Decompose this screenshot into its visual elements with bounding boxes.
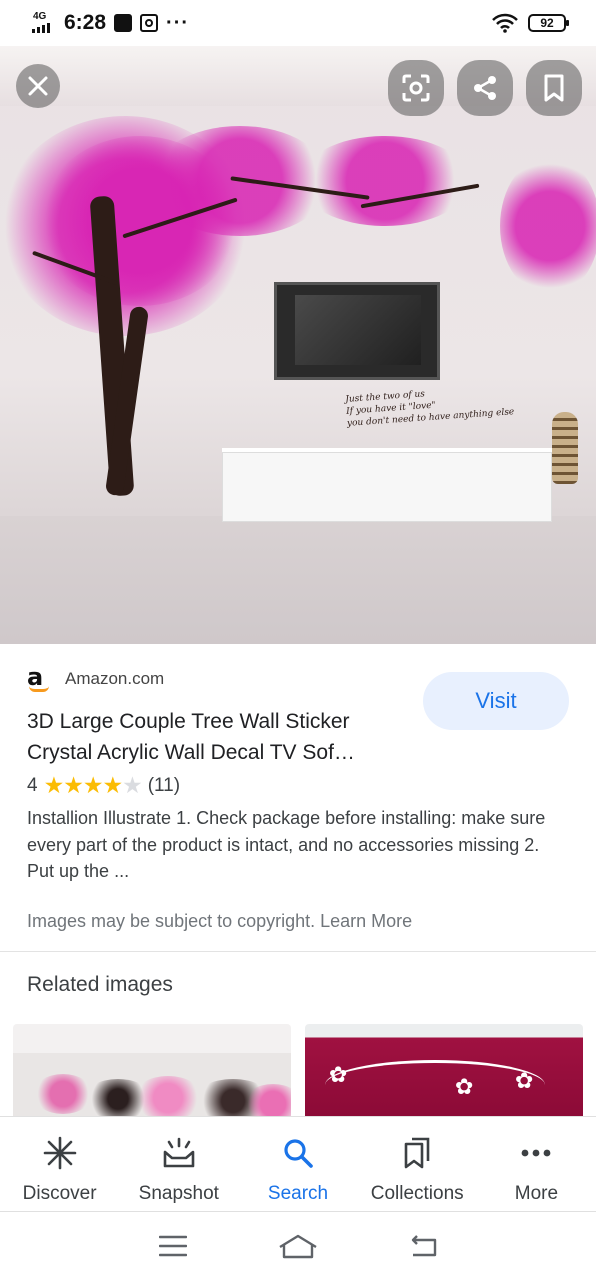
status-bar: 4G 6:28 ··· 92 xyxy=(0,0,596,46)
wifi-icon xyxy=(492,13,518,33)
lens-icon xyxy=(402,74,430,102)
snapshot-icon xyxy=(163,1137,195,1168)
save-button[interactable] xyxy=(526,60,582,116)
floor-graphic xyxy=(0,516,596,644)
nav-discover[interactable]: Discover xyxy=(0,1117,119,1211)
collections-icon xyxy=(404,1137,430,1169)
home-icon xyxy=(279,1234,317,1259)
tv-console xyxy=(222,452,552,522)
recents-button[interactable] xyxy=(153,1226,193,1266)
close-icon xyxy=(28,76,48,96)
tree-canopy-edge xyxy=(500,156,596,296)
result-image[interactable]: Just the two of us If you have it "love"… xyxy=(0,46,596,644)
related-image-thumbnail[interactable] xyxy=(13,1024,291,1120)
network-type: 4G xyxy=(33,11,47,22)
visit-button[interactable]: Visit xyxy=(423,672,569,730)
rating-row: 4 ★ ★ ★ ★ ★ (11) xyxy=(27,772,180,799)
source-name: Amazon.com xyxy=(65,669,165,688)
star-rating: ★ ★ ★ ★ ★ xyxy=(43,772,143,799)
star-icon: ★ xyxy=(82,772,104,798)
amazon-logo: a xyxy=(27,665,51,692)
nav-more-label: More xyxy=(514,1183,559,1204)
battery-indicator: 92 xyxy=(528,14,569,32)
nav-snapshot[interactable]: Snapshot xyxy=(119,1117,238,1211)
battery-level: 92 xyxy=(540,16,554,30)
instagram-notification-icon xyxy=(140,14,159,32)
back-icon xyxy=(412,1235,437,1257)
tv-graphic xyxy=(274,282,440,380)
flower-graphic: ✿ xyxy=(329,1062,348,1087)
back-button[interactable] xyxy=(403,1226,443,1266)
related-image-thumbnail[interactable]: ✿ ✿ ✿ xyxy=(305,1024,583,1120)
lens-button[interactable] xyxy=(388,60,444,116)
result-info-panel: a Amazon.com Visit 3D Large Couple Tree … xyxy=(0,644,596,952)
nav-collections-label: Collections xyxy=(370,1183,464,1204)
result-title[interactable]: 3D Large Couple Tree Wall Sticker Crysta… xyxy=(27,706,417,768)
star-icon: ★ xyxy=(63,772,84,798)
more-icon xyxy=(522,1149,551,1157)
source-row[interactable]: a Amazon.com xyxy=(27,665,165,692)
copyright-notice[interactable]: Images may be subject to copyright. Lear… xyxy=(27,911,412,932)
star-icon: ★ xyxy=(43,772,65,798)
star-icon: ★ xyxy=(102,772,123,798)
rating-count: (11) xyxy=(147,774,181,796)
message-notification-icon xyxy=(114,14,133,32)
vase-graphic xyxy=(552,412,578,484)
result-description: Installion Illustrate 1. Check package b… xyxy=(27,808,546,881)
nav-search-label: Search xyxy=(267,1183,329,1204)
bookmark-icon xyxy=(544,74,564,102)
share-icon xyxy=(474,76,496,100)
nav-discover-label: Discover xyxy=(22,1183,97,1204)
nav-collections[interactable]: Collections xyxy=(358,1117,477,1211)
share-button[interactable] xyxy=(457,60,513,116)
nav-snapshot-label: Snapshot xyxy=(138,1183,219,1204)
cell-signal-icon: 4G xyxy=(32,11,54,35)
wall-quote: Just the two of us If you have it "love"… xyxy=(345,382,515,430)
recents-icon xyxy=(158,1235,187,1257)
nav-search[interactable]: Search xyxy=(238,1117,357,1211)
flower-graphic: ✿ xyxy=(455,1074,474,1099)
home-button[interactable] xyxy=(278,1226,318,1266)
tree-canopy-right xyxy=(300,136,470,226)
status-time: 6:28 xyxy=(64,11,107,34)
flower-graphic: ✿ xyxy=(515,1068,534,1093)
search-icon xyxy=(284,1139,313,1168)
nav-more[interactable]: More xyxy=(477,1117,596,1211)
close-button[interactable] xyxy=(16,64,60,108)
discover-icon xyxy=(43,1136,76,1170)
more-notifications-indicator: ··· xyxy=(166,11,190,34)
rating-value: 4 xyxy=(27,774,38,796)
related-images-heading: Related images xyxy=(27,973,173,996)
star-empty-icon: ★ xyxy=(122,772,143,798)
system-navigation-bar xyxy=(0,1212,596,1280)
bottom-navigation: Discover Snapshot Search Collections Mor… xyxy=(0,1116,596,1212)
